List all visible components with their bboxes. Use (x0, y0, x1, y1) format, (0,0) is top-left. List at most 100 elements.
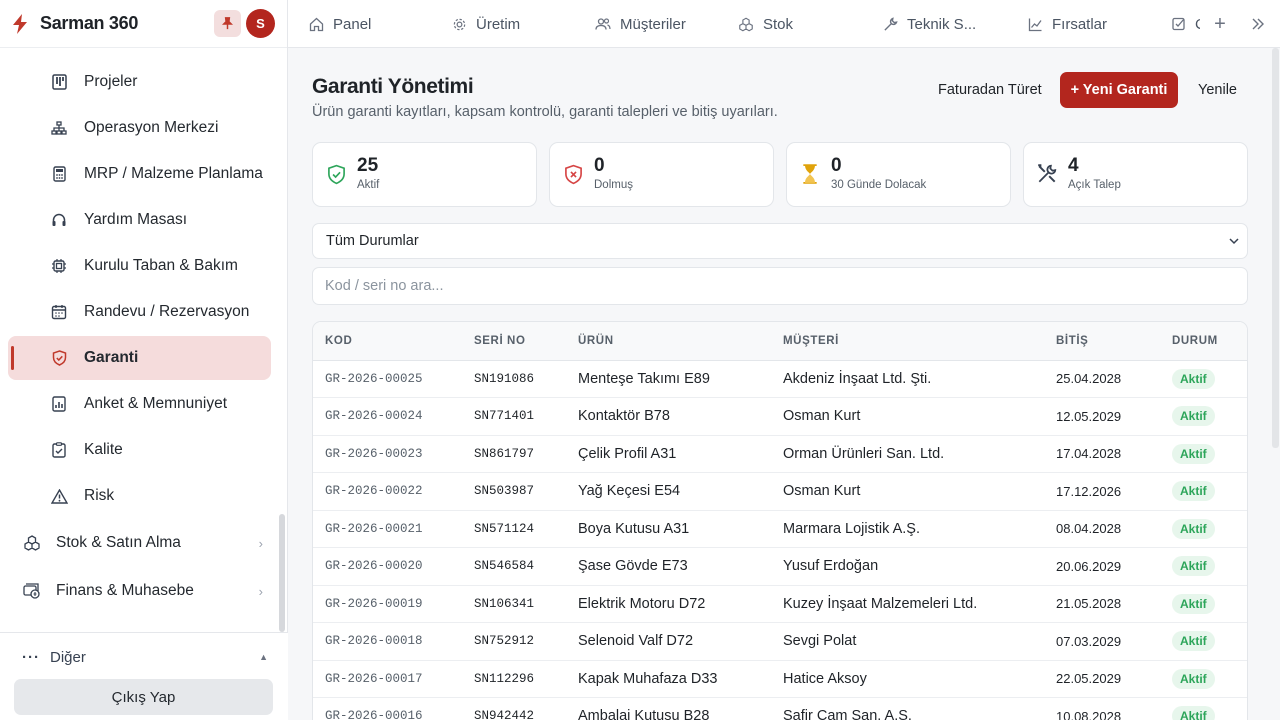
stat-label: Aktif (357, 179, 380, 191)
sidebar-item-yardim-masasi[interactable]: Yardım Masası (8, 198, 271, 242)
shield-x-icon (562, 163, 584, 185)
table-row[interactable]: GR-2026-00020 SN546584 Şase Gövde E73 Yusuf… (313, 547, 1247, 586)
customer-name: Osman Kurt (771, 397, 1044, 436)
tab-label: Panel (333, 15, 372, 33)
table-row[interactable]: GR-2026-00024 SN771401 Kontaktör B78 Osman … (313, 397, 1247, 436)
serial-number: SN771401 (462, 397, 566, 436)
column-header[interactable]: MÜŞTERİ (771, 322, 1044, 361)
tab-teknik-servis[interactable]: Teknik S... (882, 0, 976, 48)
serial-number: SN112296 (462, 660, 566, 698)
sidebar-item-label: Operasyon Merkezi (84, 119, 219, 136)
serial-number: SN546584 (462, 547, 566, 586)
column-header[interactable]: ÜRÜN (566, 322, 771, 361)
tab-label: C (1195, 16, 1200, 33)
end-date: 17.04.2028 (1044, 435, 1160, 473)
customer-name: Hatice Aksoy (771, 660, 1044, 698)
search-input[interactable] (312, 267, 1248, 305)
column-header[interactable]: SERİ NO (462, 322, 566, 361)
table-row[interactable]: GR-2026-00025 SN191086 Menteşe Takımı E89 A… (313, 360, 1247, 398)
warranty-code: GR-2026-00023 (313, 435, 462, 473)
sidebar-item-garanti[interactable]: Garanti (8, 336, 271, 380)
table-row[interactable]: GR-2026-00016 SN942442 Ambalaj Kutusu B28 S… (313, 697, 1247, 720)
double-chevron-right-icon[interactable] (1247, 14, 1267, 34)
sidebar-item-anket[interactable]: Anket & Memnuniyet (8, 382, 271, 426)
add-tab-icon[interactable]: + (1210, 13, 1230, 35)
app-name: Sarman 360 (40, 13, 139, 33)
sidebar-item-kurulu-taban[interactable]: Kurulu Taban & Bakım (8, 244, 271, 288)
customer-name: Safir Cam San. A.Ş. (771, 697, 1044, 720)
column-header[interactable]: BİTİŞ (1044, 322, 1160, 361)
customer-name: Osman Kurt (771, 472, 1044, 511)
sidebar-item-label: MRP / Malzeme Planlama (84, 165, 263, 182)
product-name: Elektrik Motoru D72 (566, 585, 771, 623)
sidebar-item-randevu[interactable]: Randevu / Rezervasyon (8, 290, 271, 334)
column-header[interactable]: KOD (313, 322, 462, 361)
table-row[interactable]: GR-2026-00018 SN752912 Selenoid Valf D72 Se… (313, 622, 1247, 661)
tab-firsatlar[interactable]: Fırsatlar (1027, 0, 1107, 48)
stat-card-expired: 0 Dolmuş (549, 142, 774, 207)
table-row[interactable]: GR-2026-00019 SN106341 Elektrik Motoru D72… (313, 585, 1247, 623)
wrench-icon (882, 16, 898, 32)
sidebar-item-label: Kalite (84, 441, 123, 458)
product-name: Kapak Muhafaza D33 (566, 660, 771, 698)
boxes-icon (738, 16, 754, 32)
status-cell: Aktif (1160, 547, 1247, 586)
tools-icon (1036, 163, 1058, 185)
table-row[interactable]: GR-2026-00017 SN112296 Kapak Muhafaza D33 H… (313, 660, 1247, 698)
main-scrollbar[interactable] (1272, 48, 1279, 448)
shield-check-icon (325, 163, 347, 185)
warranty-code: GR-2026-00021 (313, 510, 462, 548)
warning-icon (50, 487, 68, 505)
serial-number: SN106341 (462, 585, 566, 623)
sidebar-item-label: Garanti (84, 349, 139, 366)
calendar-icon (50, 303, 68, 321)
refresh-button[interactable]: Yenile (1198, 72, 1237, 108)
column-header[interactable]: DURUM (1160, 322, 1247, 361)
status-badge: Aktif (1172, 631, 1215, 652)
stat-card-active: 25 Aktif (312, 142, 537, 207)
warranty-code: GR-2026-00019 (313, 585, 462, 623)
sidebar-scrollbar[interactable] (279, 514, 285, 632)
derive-from-invoice-button[interactable]: Faturadan Türet (938, 72, 1042, 108)
status-badge: Aktif (1172, 443, 1215, 464)
product-name: Selenoid Valf D72 (566, 622, 771, 661)
status-filter-select[interactable]: Tüm Durumlar (312, 223, 1248, 259)
stat-value: 0 (594, 155, 605, 176)
sidebar-group-stok[interactable]: Stok & Satın Alma › (8, 520, 271, 566)
table-row[interactable]: GR-2026-00022 SN503987 Yağ Keçesi E54 Osman… (313, 472, 1247, 511)
warranty-code: GR-2026-00024 (313, 397, 462, 436)
pin-icon[interactable] (214, 10, 241, 37)
table-row[interactable]: GR-2026-00021 SN571124 Boya Kutusu A31 Marm… (313, 510, 1247, 548)
sidebar-item-operasyon-merkezi[interactable]: Operasyon Merkezi (8, 106, 271, 150)
sidebar-item-kalite[interactable]: Kalite (8, 428, 271, 472)
end-date: 25.04.2028 (1044, 360, 1160, 398)
tab-uretim[interactable]: Üretim (451, 0, 520, 48)
table-header-row: KOD SERİ NO ÜRÜN MÜŞTERİ BİTİŞ DURUM (313, 322, 1247, 361)
hierarchy-icon (50, 119, 68, 137)
sidebar-item-projeler[interactable]: Projeler (8, 60, 271, 104)
stat-value: 0 (831, 155, 842, 176)
sidebar-footer: ··· Diğer ▲ Çıkış Yap (0, 632, 288, 720)
clipboard-check-icon (50, 441, 68, 459)
sidebar-group-finans[interactable]: Finans & Muhasebe › (8, 568, 271, 614)
sidebar-item-risk[interactable]: Risk (8, 474, 271, 518)
avatar[interactable]: S (246, 9, 275, 38)
sidebar-nav: Projeler Operasyon Merkezi MRP / Malzeme… (0, 60, 288, 616)
end-date: 21.05.2028 (1044, 585, 1160, 623)
tab-label: Stok (763, 15, 794, 33)
new-warranty-button[interactable]: + Yeni Garanti (1060, 72, 1178, 108)
warranty-code: GR-2026-00025 (313, 360, 462, 398)
more-toggle[interactable]: ··· Diğer ▲ (0, 633, 288, 681)
sidebar-item-mrp[interactable]: MRP / Malzeme Planlama (8, 152, 271, 196)
tab-overflow[interactable]: C (1172, 0, 1200, 48)
logout-button[interactable]: Çıkış Yap (14, 679, 273, 715)
tab-musteriler[interactable]: Müşteriler (595, 0, 686, 48)
customer-name: Kuzey İnşaat Malzemeleri Ltd. (771, 585, 1044, 623)
table-row[interactable]: GR-2026-00023 SN861797 Çelik Profil A31 Orm… (313, 435, 1247, 473)
calculator-icon (50, 165, 68, 183)
serial-number: SN191086 (462, 360, 566, 398)
tab-stok[interactable]: Stok (738, 0, 793, 48)
hourglass-icon (799, 163, 821, 185)
tab-panel[interactable]: Panel (308, 0, 371, 48)
tab-label: Üretim (476, 15, 521, 33)
